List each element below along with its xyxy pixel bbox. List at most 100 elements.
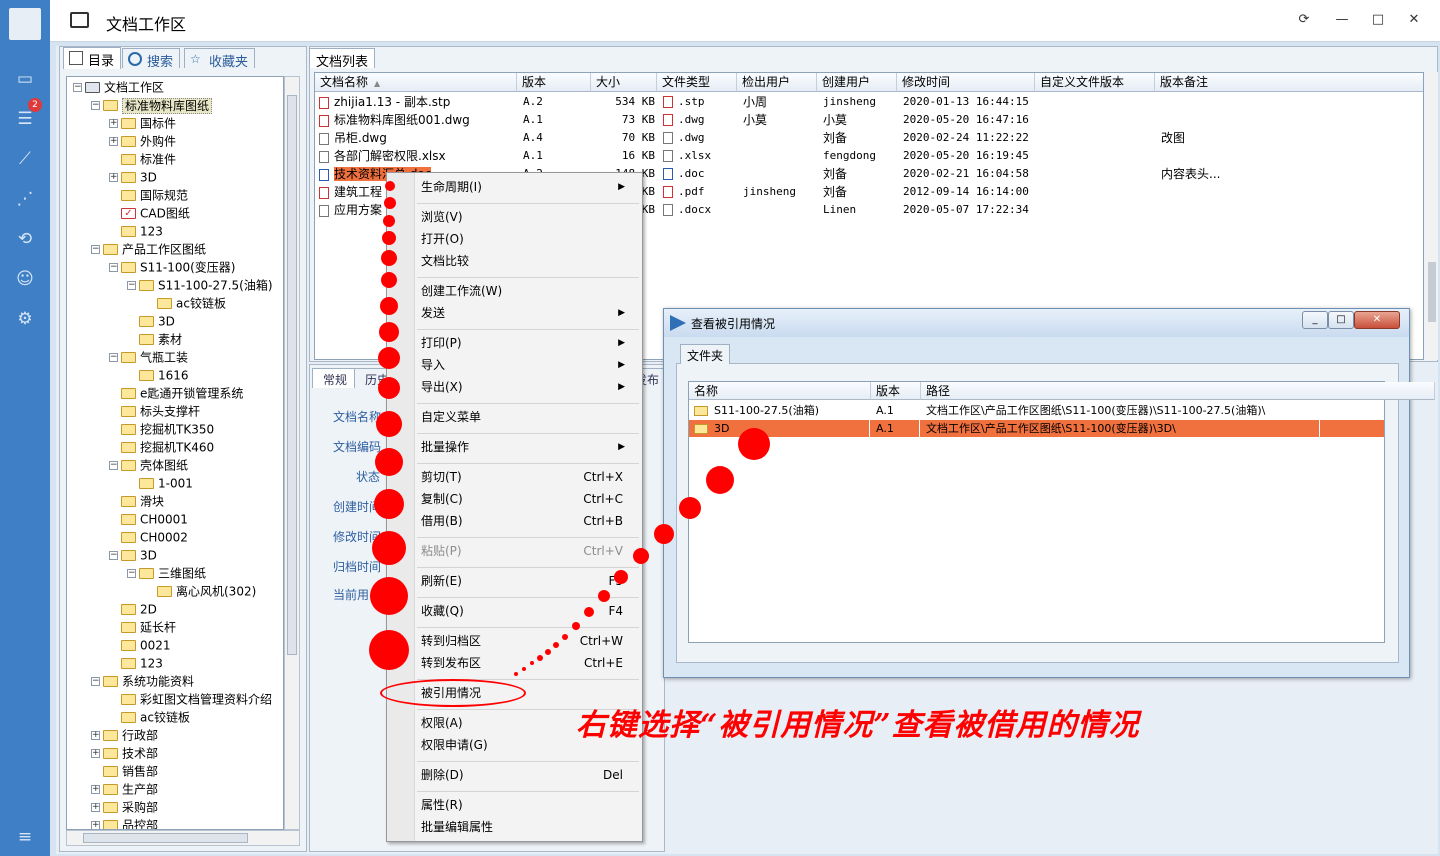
- expander-icon[interactable]: −: [109, 353, 118, 362]
- menu-item[interactable]: 导出(X) ▶: [421, 377, 633, 397]
- tree-node[interactable]: − S11-100(变压器): [109, 258, 236, 276]
- tree-node[interactable]: 延长杆: [109, 618, 176, 636]
- tree-node[interactable]: 素材: [127, 330, 182, 348]
- menu-item[interactable]: 剪切(T) Ctrl+X: [421, 467, 633, 487]
- tree-node[interactable]: + 技术部: [91, 744, 158, 762]
- tree-node[interactable]: 销售部: [91, 762, 158, 780]
- expander-icon[interactable]: −: [109, 263, 118, 272]
- tree-node[interactable]: e匙通开锁管理系统: [109, 384, 243, 402]
- tab-search[interactable]: 搜索: [122, 48, 181, 70]
- expander-icon[interactable]: +: [91, 731, 100, 740]
- tree-node[interactable]: 123: [109, 654, 163, 672]
- menu-item[interactable]: 批量操作 ▶: [421, 437, 633, 457]
- tab-folder[interactable]: 文件夹: [680, 344, 731, 364]
- tree-node[interactable]: + 采购部: [91, 798, 158, 816]
- table-row[interactable]: zhijia1.13 - 副本.stp A.2 534 KB .stp 小周 jinshe…: [315, 93, 1423, 111]
- tree-node[interactable]: 2D: [109, 600, 157, 618]
- gear-icon[interactable]: ⚙: [14, 308, 36, 330]
- tree-node[interactable]: − 产品工作区图纸: [91, 240, 206, 258]
- table-row[interactable]: 吊柜.dwg A.4 70 KB .dwg 刘备 2020-02-24 11:22:22 改…: [315, 129, 1423, 147]
- dialog-maximize-button[interactable]: □: [1328, 311, 1354, 329]
- tree-node[interactable]: +3D: [109, 168, 157, 186]
- users-icon[interactable]: ☺: [14, 268, 36, 290]
- grid-header[interactable]: 检出用户: [737, 73, 817, 92]
- tree-node[interactable]: CH0002: [109, 528, 188, 546]
- tree-node[interactable]: + 生产部: [91, 780, 158, 798]
- menu-item[interactable]: 批量编辑属性: [421, 817, 633, 837]
- table-row[interactable]: S11-100-27.5(油箱) A.1 文档工作区\产品工作区图纸\S11-100…: [689, 402, 1384, 419]
- menu-item[interactable]: 浏览(V): [421, 207, 633, 227]
- expander-icon[interactable]: −: [91, 245, 100, 254]
- tree-node[interactable]: 挖掘机TK350: [109, 420, 214, 438]
- tree-node[interactable]: 3D: [127, 312, 175, 330]
- menu-item[interactable]: 刷新(E)F5: [421, 571, 633, 591]
- tree-node[interactable]: + 品控部: [91, 816, 158, 829]
- menu-item[interactable]: 导入 ▶: [421, 355, 633, 375]
- tree-node[interactable]: − S11-100-27.5(油箱): [127, 276, 273, 294]
- expander-icon[interactable]: −: [109, 461, 118, 470]
- menu-item[interactable]: 发送 ▶: [421, 303, 633, 323]
- grid-header[interactable]: 版本: [517, 73, 591, 92]
- expander-icon[interactable]: +: [91, 803, 100, 812]
- references-grid[interactable]: 名称 版本 路径 S11-100-27.5(油箱) A.1 文档工作区\产品工作区图纸\S…: [688, 381, 1435, 643]
- tree-node[interactable]: ac铰链板: [145, 294, 226, 312]
- refresh-icon[interactable]: ⟳: [1294, 10, 1314, 30]
- grid-header[interactable]: 名称: [689, 382, 871, 400]
- menu-item[interactable]: 生命周期(I) ▶: [421, 177, 633, 197]
- grid-header[interactable]: 版本: [871, 382, 921, 400]
- tree-node[interactable]: + 行政部: [91, 726, 158, 744]
- expander-icon[interactable]: +: [91, 785, 100, 794]
- expander-icon[interactable]: +: [91, 749, 100, 758]
- expander-icon[interactable]: +: [109, 119, 118, 128]
- tab-favorites[interactable]: ☆ 收藏夹: [184, 48, 256, 70]
- dialog-minimize-button[interactable]: _: [1302, 311, 1328, 329]
- tree-node[interactable]: + 外购件: [109, 132, 176, 150]
- grid-header[interactable]: 文档名称 ▲: [315, 73, 517, 92]
- expander-icon[interactable]: +: [109, 137, 118, 146]
- expander-icon[interactable]: −: [91, 101, 100, 110]
- grid-header[interactable]: 自定义文件版本: [1035, 73, 1155, 92]
- tree-node[interactable]: 标头支撑杆: [109, 402, 200, 420]
- close-button[interactable]: ✕: [1404, 10, 1424, 30]
- grid-header[interactable]: 版本备注: [1155, 73, 1423, 92]
- table-row[interactable]: 3D A.1 文档工作区\产品工作区图纸\S11-100(变压器)\3D\: [689, 420, 1384, 437]
- tree-node[interactable]: CH0001: [109, 510, 188, 528]
- tree-node[interactable]: + 国标件: [109, 114, 176, 132]
- dialog-close-button[interactable]: ✕: [1354, 311, 1400, 329]
- tree-hscrollbar[interactable]: [66, 830, 300, 846]
- menu-item[interactable]: 复制(C) Ctrl+C: [421, 489, 633, 509]
- graph-icon[interactable]: ⋰: [14, 188, 36, 210]
- tab-general[interactable]: 常规: [312, 368, 359, 388]
- tree-node[interactable]: − 壳体图纸: [109, 456, 188, 474]
- table-row[interactable]: 标准物料库图纸001.dwg A.1 73 KB .dwg 小莫 小莫 2020-05-20…: [315, 111, 1423, 129]
- folder-tree[interactable]: − 文档工作区 − 标准物料库图纸 + 国标件 + 外购件 标准件 +3D 国际规范 ✓ CAD图纸 12…: [66, 76, 284, 830]
- monitor-icon[interactable]: ▭: [14, 68, 36, 90]
- expander-icon[interactable]: −: [109, 551, 118, 560]
- tree-node[interactable]: − 文档工作区: [73, 78, 164, 96]
- grid-header[interactable]: 文件类型: [657, 73, 737, 92]
- tree-node[interactable]: 1-001: [127, 474, 193, 492]
- expander-icon[interactable]: −: [91, 677, 100, 686]
- tree-node[interactable]: ac铰链板: [109, 708, 190, 726]
- expander-icon[interactable]: −: [127, 281, 136, 290]
- tree-node[interactable]: 0021: [109, 636, 171, 654]
- tree-node[interactable]: 彩虹图文档管理资料介绍: [109, 690, 272, 708]
- menu-item[interactable]: 借用(B) Ctrl+B: [421, 511, 633, 531]
- tree-node[interactable]: 挖掘机TK460: [109, 438, 214, 456]
- menu-item[interactable]: 属性(R): [421, 795, 633, 815]
- menu-item[interactable]: 打开(O): [421, 229, 633, 249]
- menu-item[interactable]: 转到发布区 Ctrl+E: [421, 653, 633, 673]
- tree-node[interactable]: − 系统功能资料: [91, 672, 194, 690]
- tree-node[interactable]: 滑块: [109, 492, 164, 510]
- tab-directory[interactable]: 目录: [63, 47, 122, 69]
- tree-node[interactable]: − 气瓶工装: [109, 348, 188, 366]
- grid-header[interactable]: 创建用户: [817, 73, 897, 92]
- tree-scrollbar[interactable]: [284, 76, 300, 830]
- expander-icon[interactable]: +: [109, 173, 118, 182]
- tab-doclist[interactable]: 文档列表: [309, 48, 376, 70]
- menu-icon[interactable]: ≡: [14, 826, 36, 848]
- tree-node[interactable]: − 3D: [109, 546, 157, 564]
- menu-item[interactable]: 收藏(Q) F4: [421, 601, 633, 621]
- maximize-button[interactable]: □: [1368, 10, 1388, 30]
- menu-item[interactable]: 打印(P) ▶: [421, 333, 633, 353]
